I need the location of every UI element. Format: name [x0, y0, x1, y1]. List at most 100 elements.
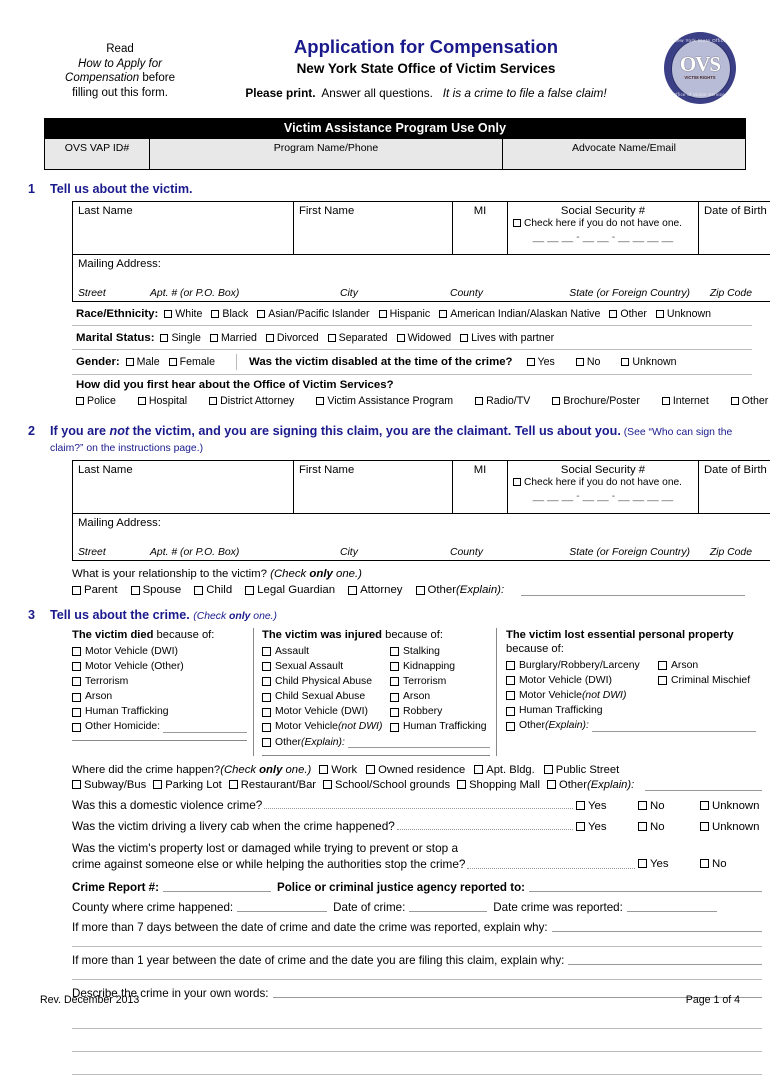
injured-option-kidnapping[interactable]: Kidnapping [390, 660, 490, 674]
hear-option-brochure[interactable]: Brochure/Poster [552, 395, 640, 407]
explain-7days-input-line2[interactable] [72, 945, 762, 947]
checkbox-icon[interactable] [390, 723, 399, 732]
property-option-mv-not-dwi[interactable]: Motor Vehicle (not DWI) [506, 689, 658, 703]
relationship-option-legal-guardian[interactable]: Legal Guardian [245, 584, 335, 596]
checkbox-icon[interactable] [474, 765, 483, 774]
victim-ssn-none-option[interactable]: Check here if you do not have one. [513, 218, 693, 229]
property-option-criminal-mischief[interactable]: Criminal Mischief [658, 674, 756, 688]
injured-option-mv-not-dwi[interactable]: Motor Vehicle (not DWI) [262, 720, 390, 734]
claimant-mailing-address-field[interactable]: Mailing Address: Street Apt. # (or P.O. … [73, 514, 770, 561]
injured-option-terrorism[interactable]: Terrorism [390, 675, 490, 689]
where-other-input[interactable] [645, 779, 762, 791]
checkbox-icon[interactable] [210, 334, 218, 342]
where-option-parking-lot[interactable]: Parking Lot [153, 779, 222, 791]
where-option-shopping-mall[interactable]: Shopping Mall [457, 779, 540, 791]
race-option-asian[interactable]: Asian/Pacific Islander [257, 308, 369, 320]
checkbox-icon[interactable] [513, 219, 521, 227]
died-option-arson[interactable]: Arson [72, 690, 247, 704]
died-other-input[interactable] [163, 722, 247, 733]
died-option-mv-dwi[interactable]: Motor Vehicle (DWI) [72, 645, 247, 659]
checkbox-icon[interactable] [658, 676, 667, 685]
checkbox-icon[interactable] [72, 586, 81, 595]
checkbox-icon[interactable] [131, 586, 140, 595]
livery-option-unknown[interactable]: Unknown [700, 821, 762, 833]
explain-7days-input[interactable] [552, 920, 762, 932]
checkbox-icon[interactable] [552, 397, 560, 405]
victim-dob-field[interactable]: Date of Birth [699, 202, 770, 255]
checkbox-icon[interactable] [475, 397, 483, 405]
injured-option-stalking[interactable]: Stalking [390, 645, 490, 659]
marital-option-divorced[interactable]: Divorced [266, 332, 319, 344]
checkbox-icon[interactable] [700, 822, 709, 831]
claimant-ssn-none-option[interactable]: Check here if you do not have one. [513, 477, 693, 488]
claimant-dob-field[interactable]: Date of Birth [699, 461, 770, 514]
checkbox-icon[interactable] [164, 310, 172, 318]
dv-option-no[interactable]: No [638, 800, 700, 812]
injured-other-input[interactable] [348, 737, 490, 748]
checkbox-icon[interactable] [323, 780, 332, 789]
checkbox-icon[interactable] [262, 738, 271, 747]
checkbox-icon[interactable] [506, 707, 515, 716]
checkbox-icon[interactable] [257, 310, 265, 318]
checkbox-icon[interactable] [72, 662, 81, 671]
relationship-other-input[interactable] [521, 584, 745, 596]
describe-crime-line-3[interactable] [72, 1029, 762, 1052]
injured-option-child-sexual-abuse[interactable]: Child Sexual Abuse [262, 690, 390, 704]
checkbox-icon[interactable] [397, 334, 405, 342]
checkbox-icon[interactable] [527, 358, 535, 366]
checkbox-icon[interactable] [138, 397, 146, 405]
injured-option-mv-dwi[interactable]: Motor Vehicle (DWI) [262, 705, 390, 719]
marital-option-separated[interactable]: Separated [328, 332, 388, 344]
gender-option-male[interactable]: Male [126, 356, 160, 368]
where-option-public-street[interactable]: Public Street [544, 764, 619, 776]
injured-option-sexual-assault[interactable]: Sexual Assault [262, 660, 390, 674]
checkbox-icon[interactable] [457, 780, 466, 789]
where-option-other[interactable]: Other (Explain): [547, 779, 634, 791]
dv-option-yes[interactable]: Yes [576, 800, 638, 812]
checkbox-icon[interactable] [638, 801, 647, 810]
checkbox-icon[interactable] [262, 723, 271, 732]
checkbox-icon[interactable] [576, 801, 585, 810]
livery-option-yes[interactable]: Yes [576, 821, 638, 833]
claimant-mi-field[interactable]: MI [453, 461, 508, 514]
checkbox-icon[interactable] [126, 358, 134, 366]
checkbox-icon[interactable] [390, 693, 399, 702]
checkbox-icon[interactable] [76, 397, 84, 405]
checkbox-icon[interactable] [316, 397, 324, 405]
disability-option-no[interactable]: No [576, 356, 601, 368]
where-option-restaurant-bar[interactable]: Restaurant/Bar [229, 779, 316, 791]
where-option-subway-bus[interactable]: Subway/Bus [72, 779, 146, 791]
checkbox-icon[interactable] [379, 310, 387, 318]
checkbox-icon[interactable] [547, 780, 556, 789]
checkbox-icon[interactable] [731, 397, 739, 405]
date-of-crime-input[interactable] [409, 900, 487, 912]
checkbox-icon[interactable] [439, 310, 447, 318]
hear-option-internet[interactable]: Internet [662, 395, 709, 407]
marital-option-lives-with-partner[interactable]: Lives with partner [460, 332, 554, 344]
race-option-other[interactable]: Other [609, 308, 647, 320]
claimant-ssn-field[interactable]: Social Security # Check here if you do n… [508, 461, 699, 514]
checkbox-icon[interactable] [262, 647, 271, 656]
victim-first-name-field[interactable]: First Name [294, 202, 453, 255]
marital-option-married[interactable]: Married [210, 332, 257, 344]
checkbox-icon[interactable] [638, 859, 647, 868]
checkbox-icon[interactable] [460, 334, 468, 342]
claimant-first-name-field[interactable]: First Name [294, 461, 453, 514]
injured-option-robbery[interactable]: Robbery [390, 705, 490, 719]
died-option-human-trafficking[interactable]: Human Trafficking [72, 705, 247, 719]
checkbox-icon[interactable] [72, 647, 81, 656]
checkbox-icon[interactable] [544, 765, 553, 774]
where-option-owned-residence[interactable]: Owned residence [366, 764, 465, 776]
checkbox-icon[interactable] [390, 662, 399, 671]
checkbox-icon[interactable] [262, 662, 271, 671]
checkbox-icon[interactable] [72, 677, 81, 686]
livery-option-no[interactable]: No [638, 821, 700, 833]
checkbox-icon[interactable] [662, 397, 670, 405]
checkbox-icon[interactable] [245, 586, 254, 595]
race-option-hispanic[interactable]: Hispanic [379, 308, 431, 320]
died-option-other-homicide[interactable]: Other Homicide: [72, 720, 247, 734]
victim-ssn-field[interactable]: Social Security # Check here if you do n… [508, 202, 699, 255]
where-option-apt-bldg[interactable]: Apt. Bldg. [474, 764, 535, 776]
checkbox-icon[interactable] [328, 334, 336, 342]
checkbox-icon[interactable] [153, 780, 162, 789]
